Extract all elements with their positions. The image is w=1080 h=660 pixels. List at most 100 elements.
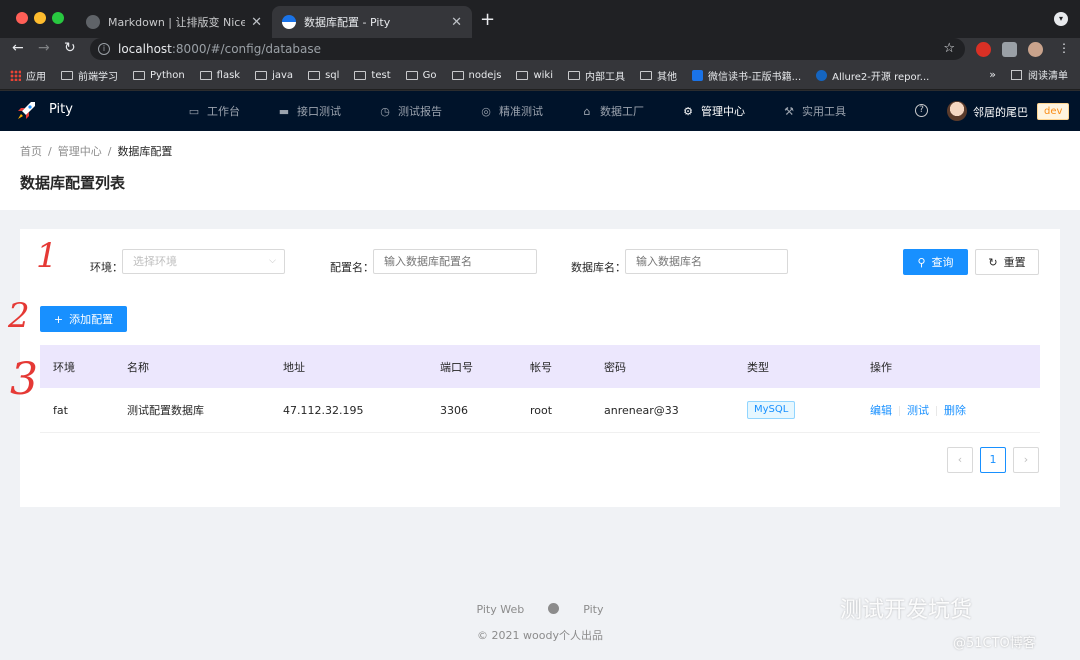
search-button-label: 查询 — [931, 256, 954, 269]
menu-label: 实用工具 — [802, 105, 846, 118]
delete-link[interactable]: 删除 — [944, 404, 966, 417]
tool-icon: ⚒ — [784, 104, 794, 118]
bookmark-folder[interactable]: 前端学习 — [61, 68, 118, 83]
menu-item-data-factory[interactable]: ⌂ 数据工厂 — [581, 103, 645, 119]
breadcrumb-home[interactable]: 首页 — [20, 145, 42, 158]
folder-icon — [405, 71, 418, 80]
database-config-card: 环境： 选择环境 ⌵ 配置名： 数据库名： ⚲ 查询 ↻ 重置 + 添加配置 环境 名… — [20, 229, 1060, 507]
folder-icon — [451, 71, 464, 80]
close-tab-icon[interactable]: ✕ — [251, 15, 262, 30]
db-name-input[interactable] — [625, 249, 788, 274]
bookmark-folder[interactable]: test — [354, 70, 391, 81]
cell-type: MySQL — [747, 401, 796, 419]
extension-icon[interactable] — [976, 42, 991, 57]
github-icon[interactable] — [548, 603, 560, 614]
name-filter-label: 配置名： — [330, 261, 374, 274]
close-tab-icon[interactable]: ✕ — [451, 15, 462, 30]
config-name-input[interactable] — [373, 249, 537, 274]
add-config-button[interactable]: + 添加配置 — [40, 306, 127, 332]
dashboard-icon: ▭ — [188, 104, 200, 118]
puzzle-icon[interactable] — [1002, 42, 1017, 57]
site-info-icon[interactable]: i — [98, 43, 110, 55]
app-logo-text[interactable]: Pity — [49, 102, 73, 117]
bookmark-folder[interactable]: flask — [199, 70, 240, 81]
bookmark-folder[interactable]: wiki — [516, 70, 553, 81]
cell-name: 测试配置数据库 — [127, 404, 204, 417]
footer-link-pity[interactable]: Pity — [583, 603, 603, 616]
menu-item-api-test[interactable]: ▬ 接口测试 — [278, 103, 341, 119]
tab-title: Markdown | 让排版变 Nice — [108, 16, 246, 29]
bookmark-allure[interactable]: Allure2-开源 repor... — [816, 68, 929, 83]
env-select[interactable]: 选择环境 ⌵ — [122, 249, 285, 274]
bookmark-folder[interactable]: java — [255, 70, 293, 81]
menu-item-tools[interactable]: ⚒ 实用工具 — [783, 103, 846, 119]
maximize-window-button[interactable] — [52, 12, 64, 24]
table-row: fat 测试配置数据库 47.112.32.195 3306 root anre… — [40, 388, 1040, 433]
action-divider — [936, 406, 937, 416]
avatar[interactable] — [947, 101, 967, 121]
close-window-button[interactable] — [16, 12, 28, 24]
bookmarks-overflow-button[interactable]: » — [989, 68, 996, 81]
bookmark-label: java — [272, 70, 294, 81]
new-tab-button[interactable]: + — [480, 9, 495, 30]
reading-list-button[interactable]: 阅读清单 — [1011, 67, 1068, 82]
bookmark-weread[interactable]: 微信读书-正版书籍... — [691, 68, 801, 83]
menu-item-admin-center[interactable]: ⚙ 管理中心 — [682, 103, 745, 119]
bookmark-star-icon[interactable]: ☆ — [943, 41, 955, 56]
breadcrumb-current: 数据库配置 — [117, 145, 173, 158]
bookmark-folder[interactable]: Go — [405, 70, 437, 81]
menu-item-precise-test[interactable]: ◎ 精准测试 — [480, 103, 543, 119]
bookmark-folder[interactable]: 其他 — [639, 68, 677, 83]
chevron-down-icon: ⌵ — [269, 256, 276, 266]
forward-arrow-icon[interactable]: → — [38, 40, 50, 56]
bookmark-label: Allure2-开源 repor... — [832, 72, 930, 83]
username[interactable]: 邻居的尾巴 — [973, 104, 1028, 120]
tab-search-icon[interactable]: ▾ — [1054, 12, 1068, 26]
menu-item-workbench[interactable]: ▭ 工作台 — [188, 103, 240, 119]
cell-account: root — [530, 403, 553, 417]
menu-item-test-report[interactable]: ◷ 测试报告 — [379, 103, 442, 119]
page-1-button[interactable]: 1 — [980, 447, 1006, 473]
bookmark-apps[interactable]: 应用 — [10, 68, 46, 83]
bookmark-label: 应用 — [26, 72, 46, 83]
bookmark-label: Go — [422, 70, 437, 81]
folder-icon — [567, 71, 580, 80]
table-header-row: 环境 名称 地址 端口号 帐号 密码 类型 操作 — [40, 345, 1040, 388]
folder-icon — [61, 71, 73, 80]
bookmark-folder[interactable]: sql — [308, 70, 339, 81]
breadcrumb-admin[interactable]: 管理中心 — [58, 145, 102, 158]
browser-tab-markdown[interactable]: Markdown | 让排版变 Nice ✕ — [76, 6, 272, 38]
url-host: localhost — [118, 42, 172, 56]
search-button[interactable]: ⚲ 查询 — [903, 249, 968, 275]
prev-page-button[interactable]: ‹ — [947, 447, 973, 473]
help-icon[interactable]: ? — [915, 104, 928, 117]
folder-icon: ▬ — [278, 104, 290, 118]
bookmark-folder[interactable]: 内部工具 — [567, 68, 625, 83]
env-filter-label: 环境： — [90, 261, 123, 274]
minimize-window-button[interactable] — [34, 12, 46, 24]
test-link[interactable]: 测试 — [907, 404, 929, 417]
edit-link[interactable]: 编辑 — [870, 404, 892, 417]
next-page-button[interactable]: › — [1013, 447, 1039, 473]
folder-icon — [639, 71, 652, 80]
back-arrow-icon[interactable]: ← — [12, 40, 24, 56]
folder-icon — [255, 71, 268, 80]
profile-avatar-icon[interactable] — [1028, 42, 1043, 57]
menu-label: 精准测试 — [499, 105, 543, 118]
column-header-account: 帐号 — [530, 360, 552, 374]
apps-grid-icon — [10, 70, 21, 81]
bookmark-folder[interactable]: Python — [133, 70, 185, 81]
app-navbar: Pity ▭ 工作台 ▬ 接口测试 ◷ 测试报告 ◎ 精准测试 ⌂ 数据工厂 ⚙ 管理中心 … — [0, 91, 1080, 131]
database-config-table: 环境 名称 地址 端口号 帐号 密码 类型 操作 fat 测试配置数据库 47.… — [40, 345, 1040, 433]
address-bar[interactable]: i localhost:8000/#/config/database ☆ — [90, 38, 965, 60]
cell-env: fat — [53, 403, 68, 417]
env-badge: dev — [1037, 103, 1070, 120]
browser-tab-pity[interactable]: 数据库配置 - Pity ✕ — [272, 6, 472, 38]
bookmark-folder[interactable]: nodejs — [451, 70, 501, 81]
reload-icon[interactable]: ↻ — [64, 40, 76, 56]
rocket-logo-icon[interactable] — [14, 99, 38, 123]
footer-link-pity-web[interactable]: Pity Web — [476, 603, 524, 616]
column-header-address: 地址 — [283, 360, 305, 374]
kebab-menu-icon[interactable]: ⋮ — [1058, 41, 1070, 55]
reset-button[interactable]: ↻ 重置 — [975, 249, 1039, 275]
